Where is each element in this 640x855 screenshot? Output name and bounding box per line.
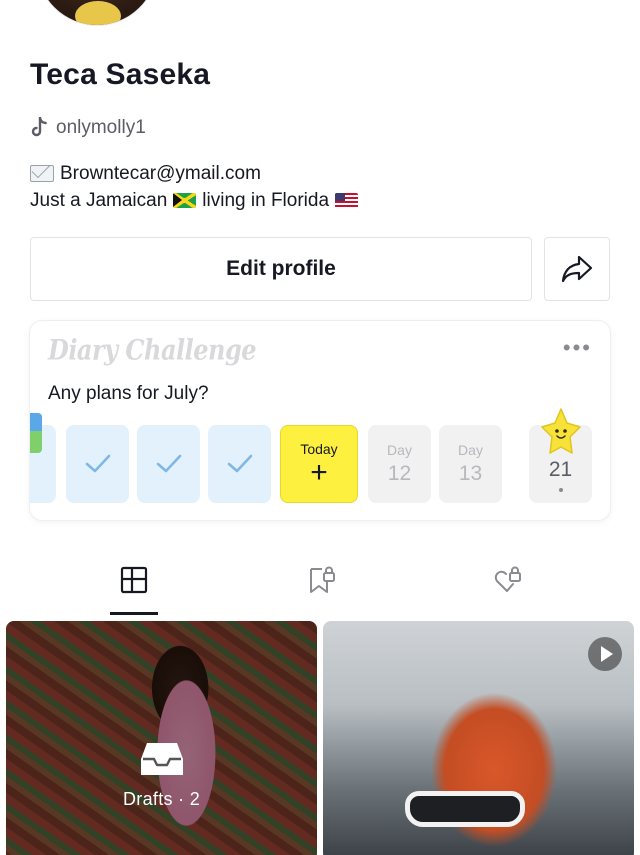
share-icon [561,255,593,283]
bookmark-lock-icon [309,566,335,593]
day-label: Day [458,442,483,458]
share-profile-button[interactable] [544,237,610,301]
drafts-count: · 2 [178,789,201,809]
tab-videos[interactable] [27,555,240,617]
drafts-label: Drafts · 2 [123,789,200,810]
day-number: 13 [458,462,483,485]
active-tab-indicator [110,612,158,615]
diary-title: Diary Challenge [48,332,257,367]
profile-name: Teca Saseka [30,58,211,91]
video-tile[interactable] [323,621,634,855]
check-icon [227,454,252,473]
us-flag-icon [335,193,359,208]
tiktok-icon [31,117,47,137]
bio-text-middle: living in Florida [202,190,330,211]
day-cell-13: Day 13 [439,425,502,503]
diary-challenge-card[interactable]: Diary Challenge ••• Any plans for July? … [30,321,610,520]
heart-lock-icon [494,566,521,592]
bio-text-prefix: Just a Jamaican [30,190,168,211]
edit-profile-button[interactable]: Edit profile [30,237,532,301]
diary-days-row: Today + Day 12 Day 13 21 [30,425,610,503]
check-icon [156,454,181,473]
day-cell-done[interactable] [137,425,200,503]
diary-prompt: Any plans for July? [48,383,209,404]
profile-handle: onlymolly1 [30,117,146,139]
goal-dot [558,488,563,492]
day-cell-today[interactable]: Today + [280,425,358,503]
star-mascot-icon [541,408,581,454]
day-label: Day [387,442,412,458]
tab-favorites[interactable] [214,555,427,617]
tab-liked[interactable] [400,555,613,617]
more-dots-icon[interactable]: ••• [563,335,592,361]
plus-icon: + [310,456,328,489]
day-cell-done[interactable] [66,425,129,503]
drafts-overlay: Drafts · 2 [6,739,317,810]
video-thumbnail-detail [405,791,525,827]
drafts-tile[interactable]: Drafts · 2 [6,621,317,855]
envelope-icon [30,165,54,182]
bio-email[interactable]: Browntecar@ymail.com [60,160,261,187]
video-grid: Drafts · 2 [0,621,640,855]
profile-tabs [0,555,640,617]
day-cell-12: Day 12 [368,425,431,503]
handle-text: onlymolly1 [56,117,146,138]
grid-icon [120,566,147,594]
check-icon [85,454,110,473]
day-number: 12 [387,462,412,485]
day-cell-done[interactable] [208,425,271,503]
profile-avatar[interactable] [36,0,158,26]
play-icon [588,637,622,671]
drafts-text: Drafts [122,789,173,809]
jamaica-flag-icon [173,193,197,208]
today-label: Today [300,441,338,457]
profile-bio: Browntecar@ymail.com Just a Jamaican liv… [30,160,359,214]
inbox-tray-icon [140,743,183,775]
